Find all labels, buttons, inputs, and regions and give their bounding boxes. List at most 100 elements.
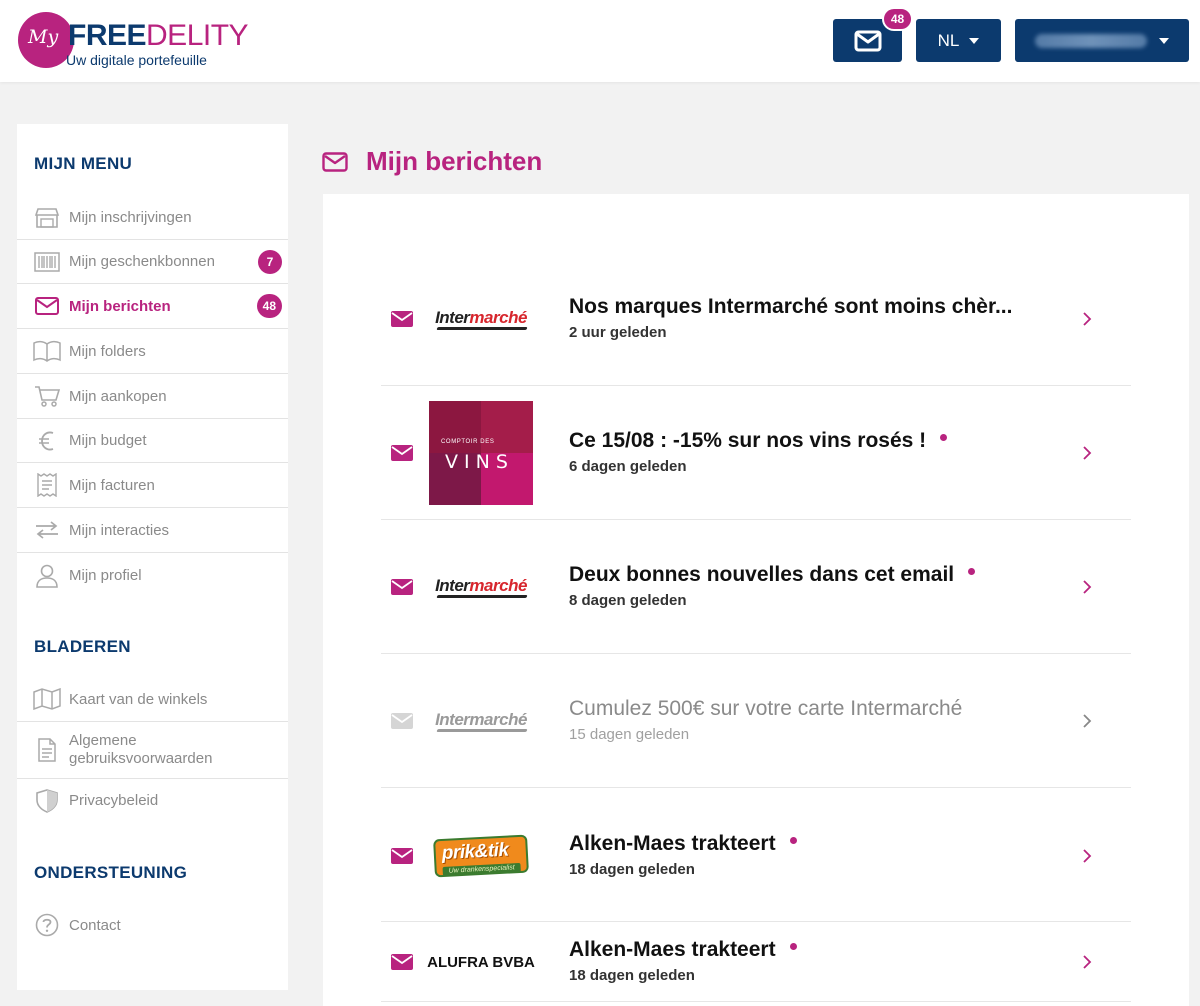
message-time: 6 dagen geleden (569, 458, 687, 475)
caret-down-icon (1159, 37, 1169, 44)
chevron-right-icon[interactable] (1081, 954, 1093, 970)
envelope-icon (391, 579, 413, 595)
message-title: Alken-Maes trakteert (569, 938, 797, 962)
message-title: Cumulez 500€ sur votre carte Intermarché (569, 697, 963, 720)
unread-dot (968, 568, 976, 575)
sidebar-item-label: Mijn folders (69, 342, 146, 360)
exchange-icon (33, 517, 61, 543)
map-icon (33, 686, 61, 712)
cart-icon (33, 383, 61, 409)
comptoir-des-vins-logo: COMPTOIR DES VINS (429, 401, 533, 505)
sidebar-item-label: Privacybeleid (69, 792, 159, 809)
vouchers-count-badge: 7 (258, 249, 282, 274)
messages-card: Intermarché Nos marques Intermarché sont… (323, 194, 1189, 1006)
question-circle-icon (33, 912, 61, 938)
message-time: 18 dagen geleden (569, 967, 695, 984)
page-title: Mijn berichten (366, 146, 543, 176)
sidebar-item-label: Kaart van de winkels (69, 690, 208, 708)
message-time: 8 dagen geleden (569, 592, 687, 609)
message-item[interactable]: Intermarché Cumulez 500€ sur votre carte… (381, 654, 1131, 788)
unread-dot (940, 434, 948, 441)
user-name-blurred (1035, 33, 1147, 48)
language-label: NL (937, 30, 960, 50)
message-time: 2 uur geleden (569, 324, 667, 341)
user-account-dropdown[interactable] (1015, 19, 1189, 62)
alufra-brand-name: ALUFRA BVBA (427, 953, 535, 971)
menu-section-title: MIJN MENU (34, 154, 133, 173)
sidebar-item-label: Mijn profiel (69, 567, 142, 584)
message-time: 15 dagen geleden (569, 726, 690, 743)
envelope-icon (391, 445, 413, 461)
prik-tik-logo: prik&tik Uw drankenspecialist (433, 834, 529, 878)
sidebar-item-contact[interactable]: Contact (17, 904, 288, 946)
document-icon (33, 737, 61, 763)
sidebar-item-label: Mijn berichten (69, 297, 171, 315)
brand-logo-alufra: ALUFRA BVBA (427, 950, 535, 974)
caret-down-icon (969, 37, 980, 44)
message-item[interactable]: COMPTOIR DES VINS Ce 15/08 : -15% sur no… (381, 386, 1131, 520)
browse-section-title: BLADEREN (34, 637, 131, 656)
unread-dot (789, 943, 797, 950)
sidebar-item-privacy[interactable]: Privacybeleid (17, 779, 288, 822)
sidebar-item-label: Algemene gebruiksvoorwaarden (69, 732, 213, 767)
language-dropdown[interactable]: NL (916, 19, 1001, 62)
message-title: Alken-Maes trakteert (569, 832, 797, 856)
logo-my: My (28, 26, 59, 48)
messages-count-badge: 48 (256, 294, 282, 318)
message-item[interactable]: Intermarché Deux bonnes nouvelles dans c… (381, 520, 1131, 654)
book-open-icon (33, 338, 61, 364)
sidebar-item-budget[interactable]: Mijn budget (17, 419, 288, 463)
user-icon (33, 563, 61, 589)
message-title: Nos marques Intermarché sont moins chèr.… (569, 295, 1013, 318)
sidebar-item-label: Contact (69, 916, 121, 934)
sidebar-item-kaart[interactable]: Kaart van de winkels (17, 677, 288, 722)
brand-logo-prik-tik: prik&tik Uw drankenspecialist (429, 834, 533, 878)
intermarche-logo: Intermarché (435, 576, 527, 598)
receipt-icon (33, 472, 61, 498)
envelope-icon (854, 30, 881, 51)
sidebar-item-interacties[interactable]: Mijn interacties (17, 508, 288, 553)
logo-tagline: Uw digitale portefeuille (66, 52, 207, 68)
sidebar-item-geschenkbonnen[interactable]: Mijn geschenkbonnen 7 (17, 240, 288, 284)
brand-logo-intermarche: Intermarché (429, 570, 533, 604)
sidebar-item-inschrijvingen[interactable]: Mijn inschrijvingen (17, 196, 288, 240)
message-item[interactable]: prik&tik Uw drankenspecialist Alken-Maes… (381, 788, 1131, 922)
chevron-right-icon[interactable] (1081, 579, 1093, 595)
page-title-row: Mijn berichten (322, 146, 542, 177)
sidebar-item-facturen[interactable]: Mijn facturen (17, 463, 288, 508)
message-title: Deux bonnes nouvelles dans cet email (569, 563, 976, 587)
sidebar: MIJN MENU Mijn inschrijvingen Mijn gesch… (17, 124, 288, 990)
chevron-right-icon[interactable] (1081, 848, 1093, 864)
sidebar-item-profiel[interactable]: Mijn profiel (17, 553, 288, 598)
message-item[interactable]: Intermarché Nos marques Intermarché sont… (381, 252, 1131, 386)
brand-logo-comptoir-des-vins: COMPTOIR DES VINS (429, 401, 533, 505)
sidebar-item-berichten[interactable]: Mijn berichten 48 (17, 284, 288, 329)
messages-count-badge: 48 (882, 7, 913, 31)
sidebar-item-label: Mijn geschenkbonnen (69, 253, 215, 270)
sidebar-item-label: Mijn inschrijvingen (69, 209, 192, 226)
message-title: Ce 15/08 : -15% sur nos vins rosés ! (569, 429, 948, 453)
sidebar-item-folders[interactable]: Mijn folders (17, 329, 288, 374)
message-item[interactable]: ALUFRA BVBA Alken-Maes trakteert 18 dage… (381, 922, 1131, 1002)
chevron-right-icon[interactable] (1081, 311, 1093, 327)
store-icon (33, 205, 61, 231)
envelope-icon (391, 848, 413, 864)
sidebar-item-voorwaarden[interactable]: Algemene gebruiksvoorwaarden (17, 722, 288, 779)
sidebar-item-label: Mijn facturen (69, 476, 155, 494)
envelope-icon (391, 954, 413, 970)
freedelity-logo[interactable]: My FREEDELITY Uw digitale portefeuille (18, 12, 278, 72)
sidebar-item-label: Mijn interacties (69, 521, 170, 539)
logo-wordmark: FREEDELITY (68, 19, 249, 52)
chevron-right-icon[interactable] (1081, 445, 1093, 461)
sidebar-item-aankopen[interactable]: Mijn aankopen (17, 374, 288, 419)
brand-logo-intermarche: Intermarché (429, 302, 533, 336)
envelope-icon (33, 293, 61, 319)
envelope-icon (391, 311, 413, 327)
intermarche-logo: Intermarché (435, 308, 527, 330)
unread-dot (789, 837, 797, 844)
barcode-icon (33, 249, 61, 275)
top-header: My FREEDELITY Uw digitale portefeuille 4… (0, 0, 1200, 82)
chevron-right-icon[interactable] (1081, 713, 1093, 729)
intermarche-logo: Intermarché (435, 710, 527, 732)
shield-icon (33, 788, 61, 814)
